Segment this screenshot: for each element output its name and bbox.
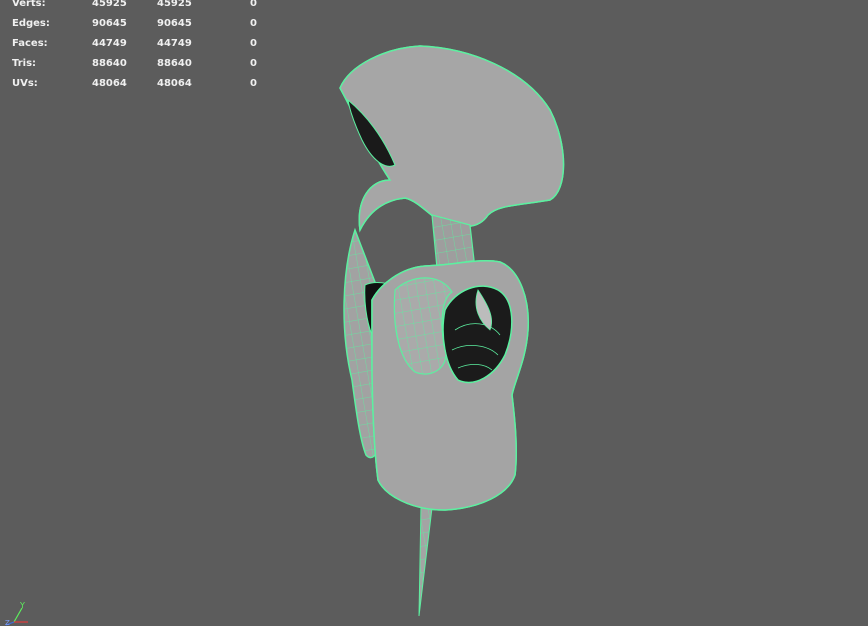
3d-viewport[interactable]: Verts: 45925 45925 0 Edges: 90645 90645 … [0,0,868,626]
axis-y-label: Y [19,601,25,610]
pelvis-mesh-wireframe[interactable] [0,0,868,626]
view-axis-gizmo-icon: Y Z [0,596,40,626]
axis-z-label: Z [5,619,10,626]
